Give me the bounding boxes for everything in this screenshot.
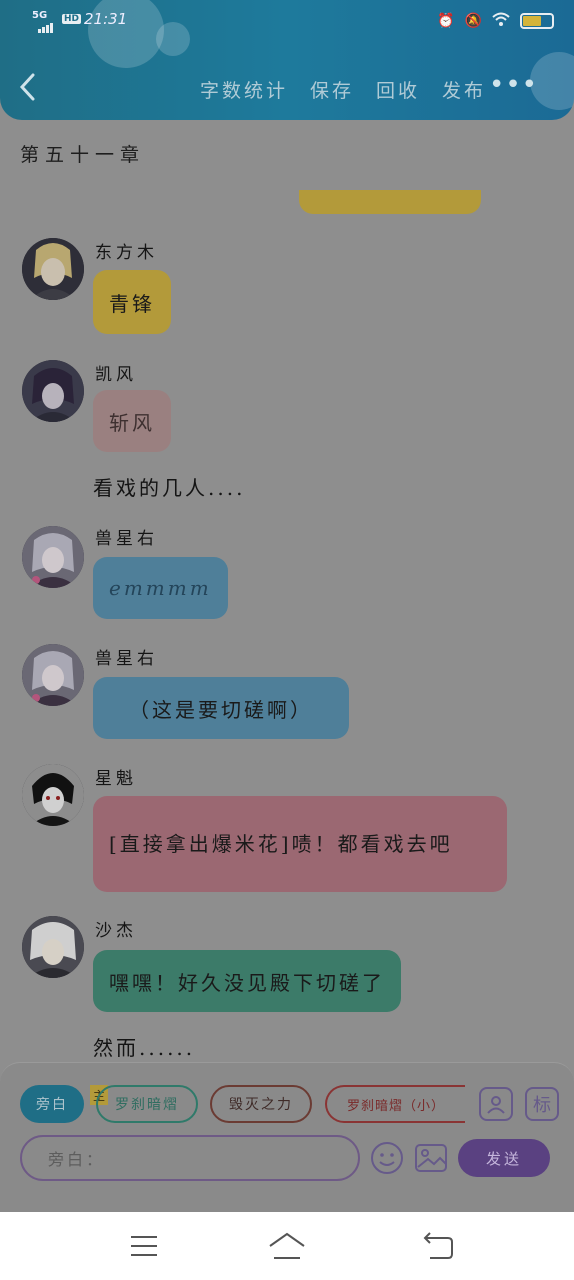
- narration-text[interactable]: 看戏的几人....: [93, 472, 245, 501]
- back-nav-icon[interactable]: [422, 1232, 454, 1264]
- status-bar: 5G HD 21:31 ⏰ 🔕: [32, 8, 554, 34]
- avatar[interactable]: [22, 360, 84, 422]
- message-bubble[interactable]: emmmm: [93, 557, 228, 619]
- editor-panel: 旁白 主 罗刹暗熠 毁灭之力 罗刹暗熠（小） 标 旁白： 发送: [0, 1062, 574, 1212]
- message-bubble[interactable]: [直接拿出爆米花]啧！都看戏去吧: [93, 796, 507, 892]
- top-app-bar: 5G HD 21:31 ⏰ 🔕 字数统计 保存 回收 发布 •••: [0, 0, 574, 120]
- status-icons: ⏰ 🔕: [437, 12, 554, 30]
- sender-name: 沙杰: [95, 921, 137, 941]
- message-input[interactable]: 旁白：: [20, 1135, 360, 1181]
- avatar[interactable]: [22, 644, 84, 706]
- role-chip[interactable]: 毁灭之力: [210, 1085, 312, 1123]
- tag-button[interactable]: 标: [525, 1087, 559, 1121]
- sender-name: 星魁: [95, 769, 137, 789]
- publish-button[interactable]: 发布: [442, 76, 486, 103]
- message-bubble-partial[interactable]: [299, 190, 481, 214]
- person-icon: [487, 1096, 505, 1114]
- back-button[interactable]: [18, 72, 36, 110]
- image-icon[interactable]: [414, 1141, 448, 1175]
- recycle-button[interactable]: 回收: [376, 76, 420, 103]
- toolbar-menu: 字数统计 保存 回收 发布: [200, 76, 486, 103]
- system-nav-bar: [0, 1212, 574, 1280]
- role-chip[interactable]: 罗刹暗熠（小）: [325, 1085, 465, 1123]
- signal-icon: [38, 18, 54, 33]
- message-bubble[interactable]: （这是要切磋啊）: [93, 677, 349, 739]
- chat-list[interactable]: 东方木 青锋 凯风 斩风 看戏的几人.... 兽星右 emmmm 兽星右 （这是…: [0, 190, 574, 1060]
- sender-name: 兽星右: [95, 649, 158, 669]
- alarm-icon: ⏰: [437, 13, 455, 29]
- avatar[interactable]: [22, 238, 84, 300]
- character-select-button[interactable]: [479, 1087, 513, 1121]
- home-icon[interactable]: [268, 1232, 306, 1264]
- mute-bell-icon: 🔕: [464, 13, 482, 29]
- wifi-icon: [492, 12, 510, 30]
- battery-icon: [520, 13, 554, 29]
- role-chip[interactable]: 罗刹暗熠: [96, 1085, 198, 1123]
- more-options-icon[interactable]: •••: [489, 70, 538, 100]
- save-button[interactable]: 保存: [310, 76, 354, 103]
- message-bubble[interactable]: 嘿嘿！好久没见殿下切磋了: [93, 950, 401, 1012]
- clock: 21:31: [84, 10, 128, 28]
- sender-name: 凯风: [95, 365, 137, 385]
- chapter-title: 第五十一章: [20, 144, 146, 166]
- sender-name: 东方木: [95, 243, 158, 263]
- message-bubble[interactable]: 斩风: [93, 390, 171, 452]
- word-count-button[interactable]: 字数统计: [200, 76, 288, 103]
- emoji-icon[interactable]: [370, 1141, 404, 1175]
- avatar[interactable]: [22, 764, 84, 826]
- message-bubble[interactable]: 青锋: [93, 270, 171, 334]
- avatar[interactable]: [22, 526, 84, 588]
- narration-text[interactable]: 然而......: [93, 1032, 195, 1060]
- menu-icon[interactable]: [130, 1234, 158, 1262]
- hd-icon: HD: [62, 14, 82, 24]
- sender-name: 兽星右: [95, 529, 158, 549]
- send-button[interactable]: 发送: [458, 1139, 550, 1177]
- avatar[interactable]: [22, 916, 84, 978]
- narration-chip[interactable]: 旁白: [20, 1085, 84, 1123]
